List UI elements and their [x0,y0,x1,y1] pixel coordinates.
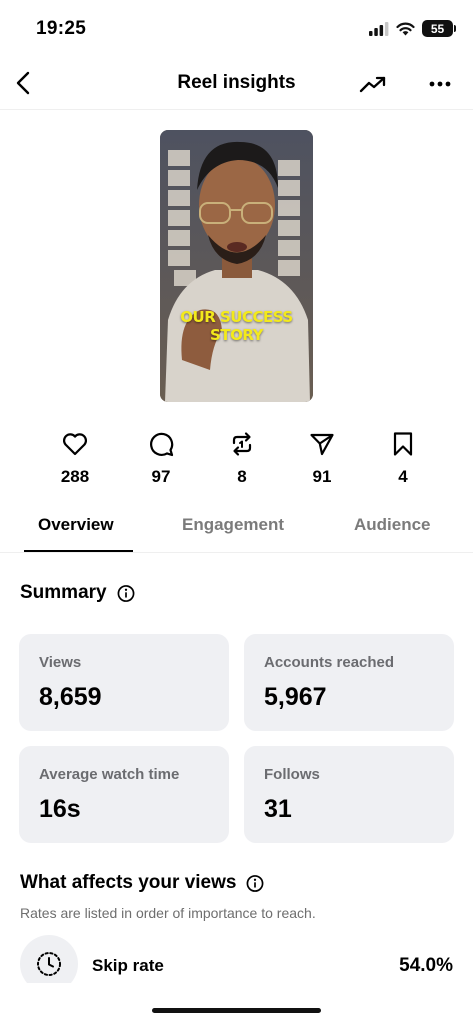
affects-header: What affects your views [20,872,264,894]
shares-stat[interactable]: 91 [292,430,352,487]
card-label: Follows [264,766,320,783]
status-icons: 55 [369,20,456,37]
saves-stat[interactable]: 4 [373,430,433,487]
page-title: Reel insights [177,72,296,93]
status-time: 19:25 [36,18,87,39]
cellular-signal-icon [369,21,389,36]
affects-subtitle: Rates are listed in order of importance … [20,905,316,921]
accounts-reached-card[interactable]: Accounts reached 5,967 [244,634,454,731]
heart-icon [61,430,89,458]
battery-icon: 55 [422,20,456,37]
home-indicator[interactable] [152,1008,321,1013]
comments-stat[interactable]: 97 [131,430,191,487]
active-tab-indicator [24,550,133,552]
info-icon[interactable] [246,874,264,892]
saves-count: 4 [398,467,408,486]
reel-caption-overlay: OUR SUCCESS STORY [160,308,313,344]
affects-title: What affects your views [20,872,237,893]
shares-count: 91 [312,467,332,486]
metric-label: Skip rate [92,956,164,975]
follows-card[interactable]: Follows 31 [244,746,454,843]
comments-count: 97 [151,467,171,486]
info-icon[interactable] [117,584,135,602]
nav-bar: Reel insights [0,58,473,110]
card-value: 16s [39,795,81,823]
card-value: 5,967 [264,683,327,711]
average-watch-time-card[interactable]: Average watch time 16s [19,746,229,843]
metric-value: 54.0% [399,955,453,976]
dotted-clock-icon [37,952,61,976]
tab-audience[interactable]: Audience [354,515,431,535]
more-options-button[interactable] [424,70,456,98]
trending-up-icon [359,76,386,93]
views-card[interactable]: Views 8,659 [19,634,229,731]
bookmark-icon [389,430,417,458]
send-icon [308,430,336,458]
card-value: 31 [264,795,292,823]
more-horizontal-icon [429,81,451,87]
overlay-line-2: STORY [210,326,263,344]
tab-overview[interactable]: Overview [38,515,114,535]
comment-icon [147,430,175,458]
bottom-safe-area [0,983,473,1024]
likes-count: 288 [60,467,90,486]
summary-header: Summary [20,582,135,604]
skip-rate-row[interactable]: Skip rate 54.0% [20,935,453,993]
insights-tabs: Overview Engagement Audience [0,505,473,553]
reposts-stat[interactable]: 8 [212,430,272,487]
summary-title: Summary [20,582,107,603]
wifi-icon [396,22,415,35]
status-bar: 19:25 55 [0,0,473,58]
repost-icon [228,430,256,458]
reposts-count: 8 [237,467,247,486]
card-label: Views [39,654,82,671]
card-label: Average watch time [39,766,180,783]
tab-engagement[interactable]: Engagement [182,515,284,535]
trends-button[interactable] [357,70,389,98]
overlay-line-1: OUR SUCCESS [180,308,293,326]
engagement-stats-row: 288 97 8 91 4 [0,430,473,490]
reel-preview-image [160,130,313,402]
reel-thumbnail[interactable]: OUR SUCCESS STORY [160,130,313,402]
card-value: 8,659 [39,683,102,711]
likes-stat[interactable]: 288 [45,430,105,487]
card-label: Accounts reached [264,654,395,671]
